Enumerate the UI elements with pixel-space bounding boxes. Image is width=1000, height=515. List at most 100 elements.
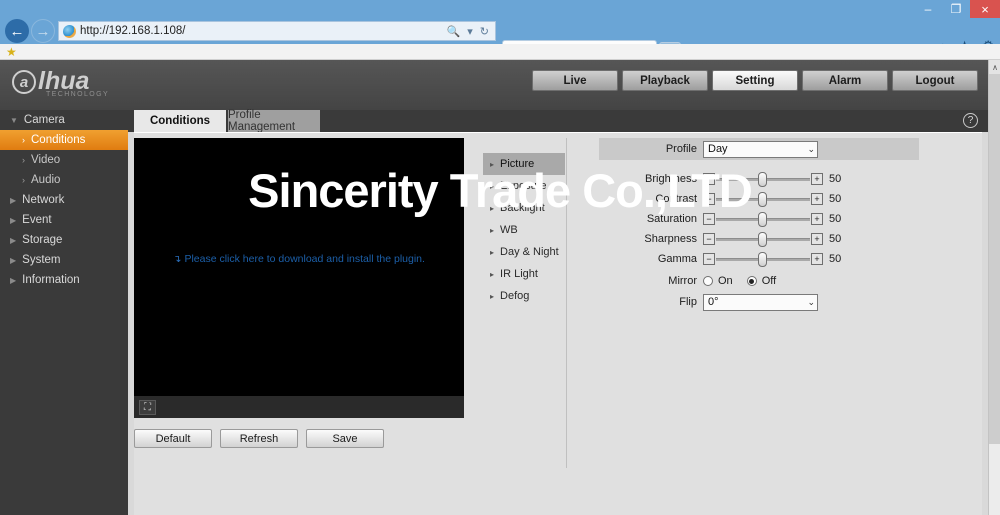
chevron-down-icon[interactable]: ▾ (467, 25, 473, 38)
contrast-slider-row: Contrast − + 50 (599, 189, 939, 209)
sidebar-group-label: System (22, 254, 61, 266)
brightness-slider-row: Brightness − + 50 (599, 169, 939, 189)
profile-select[interactable]: Day ⌄ (703, 140, 818, 158)
sidebar-group-information[interactable]: ▶ Information (0, 270, 128, 290)
saturation-slider-knob[interactable] (758, 211, 767, 227)
window-controls: – ❐ × (914, 0, 1000, 18)
nav-setting-button[interactable]: Setting (712, 70, 798, 91)
plugin-message-text: Please click here to download and instal… (184, 253, 425, 265)
gamma-slider-knob[interactable] (758, 251, 767, 267)
nav-playback-button[interactable]: Playback (622, 70, 708, 91)
minimize-button[interactable]: – (914, 0, 942, 18)
panel-divider (566, 138, 567, 468)
back-arrow-icon[interactable]: ← (5, 19, 29, 43)
nav-logout-button[interactable]: Logout (892, 70, 978, 91)
gamma-increase-button[interactable]: + (811, 253, 823, 265)
saturation-slider-track[interactable] (716, 211, 810, 227)
mirror-row: Mirror On Off (599, 271, 939, 291)
chevron-right-icon: ▸ (490, 291, 495, 301)
nav-alarm-button[interactable]: Alarm (802, 70, 888, 91)
tab-bar: Conditions Profile Management ? (128, 109, 988, 133)
contrast-increase-button[interactable]: + (811, 193, 823, 205)
chevron-right-icon: › (22, 135, 25, 145)
submenu-item-ir-light[interactable]: ▸ IR Light (483, 263, 565, 285)
chevron-down-icon: ▼ (10, 115, 18, 125)
search-icon[interactable]: 🔍 (447, 25, 461, 38)
mirror-on-radio[interactable] (703, 276, 713, 286)
page-scrollbar[interactable]: ∧ (988, 60, 1000, 515)
sidebar-group-label: Event (22, 214, 52, 226)
bookmark-star-icon[interactable]: ★ (6, 45, 17, 59)
refresh-icon[interactable]: ↻ (480, 25, 489, 38)
video-preview[interactable]: ↴ Please click here to download and insta… (134, 138, 464, 401)
sidebar-group-storage[interactable]: ▶ Storage (0, 230, 128, 250)
sidebar-item-conditions[interactable]: › Conditions (0, 130, 128, 150)
sharpness-slider-knob[interactable] (758, 231, 767, 247)
sidebar-group-event[interactable]: ▶ Event (0, 210, 128, 230)
submenu-item-day-night[interactable]: ▸ Day & Night (483, 241, 565, 263)
chevron-right-icon: ▶ (10, 195, 17, 205)
contrast-value: 50 (829, 193, 842, 205)
sidebar: ▼ Camera › Conditions › Video › Audio ▶ … (0, 110, 128, 515)
tab-profile-management[interactable]: Profile Management (228, 109, 320, 133)
gamma-decrease-button[interactable]: − (703, 253, 715, 265)
video-toolbar: ⛶ (134, 396, 464, 418)
scroll-up-icon[interactable]: ∧ (989, 60, 1000, 74)
contrast-decrease-button[interactable]: − (703, 193, 715, 205)
chevron-right-icon: › (22, 155, 25, 165)
sharpness-slider-track[interactable] (716, 231, 810, 247)
mirror-off-radio[interactable] (746, 276, 757, 286)
sharpness-increase-button[interactable]: + (811, 233, 823, 245)
action-button-row: Default Refresh Save (134, 429, 474, 448)
saturation-increase-button[interactable]: + (811, 213, 823, 225)
bookmarks-bar: ★ (0, 44, 1000, 60)
brightness-decrease-button[interactable]: − (703, 173, 715, 185)
contrast-slider-knob[interactable] (758, 191, 767, 207)
default-button[interactable]: Default (134, 429, 212, 448)
scrollbar-thumb[interactable] (989, 74, 1000, 444)
sidebar-item-video[interactable]: › Video (0, 150, 128, 170)
profile-label: Profile (665, 143, 697, 155)
save-button[interactable]: Save (306, 429, 384, 448)
gamma-slider-track[interactable] (716, 251, 810, 267)
content-area: Conditions Profile Management ? ↴ Please … (128, 109, 988, 515)
top-navigation: Live Playback Setting Alarm Logout (532, 70, 978, 91)
brightness-slider-knob[interactable] (758, 171, 767, 187)
maximize-button[interactable]: ❐ (942, 0, 970, 18)
chevron-right-icon: ▸ (490, 181, 495, 191)
sharpness-decrease-button[interactable]: − (703, 233, 715, 245)
sidebar-group-system[interactable]: ▶ System (0, 250, 128, 270)
chevron-right-icon: ▶ (10, 215, 17, 225)
refresh-button[interactable]: Refresh (220, 429, 298, 448)
submenu-item-exposure[interactable]: ▸ Exposure (483, 175, 565, 197)
logo-subtitle: TECHNOLOGY (46, 91, 110, 98)
brightness-slider-track[interactable] (716, 171, 810, 187)
picture-submenu: ▸ Picture ▸ Exposure ▸ Backlight ▸ WB ▸ (483, 153, 565, 307)
flip-select[interactable]: 0° ⌄ (703, 293, 818, 311)
submenu-item-label: Backlight (500, 202, 545, 214)
brightness-increase-button[interactable]: + (811, 173, 823, 185)
address-bar[interactable]: http://192.168.1.108/ 🔍 ▾ ↻ (58, 21, 496, 41)
contrast-slider-track[interactable] (716, 191, 810, 207)
sidebar-group-network[interactable]: ▶ Network (0, 190, 128, 210)
fullscreen-icon[interactable]: ⛶ (139, 399, 156, 415)
saturation-decrease-button[interactable]: − (703, 213, 715, 225)
help-icon[interactable]: ? (963, 113, 978, 128)
chevron-down-icon: ⌄ (807, 143, 815, 154)
sidebar-group-label: Network (22, 194, 65, 206)
submenu-item-picture[interactable]: ▸ Picture (483, 153, 565, 175)
contrast-label: Contrast (655, 193, 697, 205)
forward-arrow-icon[interactable]: → (31, 19, 55, 43)
sidebar-group-camera[interactable]: ▼ Camera (0, 110, 128, 130)
sidebar-item-label: Conditions (31, 134, 86, 146)
submenu-item-wb[interactable]: ▸ WB (483, 219, 565, 241)
submenu-item-backlight[interactable]: ▸ Backlight (483, 197, 565, 219)
saturation-label: Saturation (646, 213, 697, 225)
close-window-button[interactable]: × (970, 0, 1000, 18)
sidebar-item-audio[interactable]: › Audio (0, 170, 128, 190)
nav-live-button[interactable]: Live (532, 70, 618, 91)
submenu-item-defog[interactable]: ▸ Defog (483, 285, 565, 307)
plugin-download-message[interactable]: ↴ Please click here to download and insta… (134, 253, 464, 265)
browser-titlebar: – ❐ × (0, 0, 1000, 18)
tab-conditions[interactable]: Conditions (134, 110, 226, 132)
